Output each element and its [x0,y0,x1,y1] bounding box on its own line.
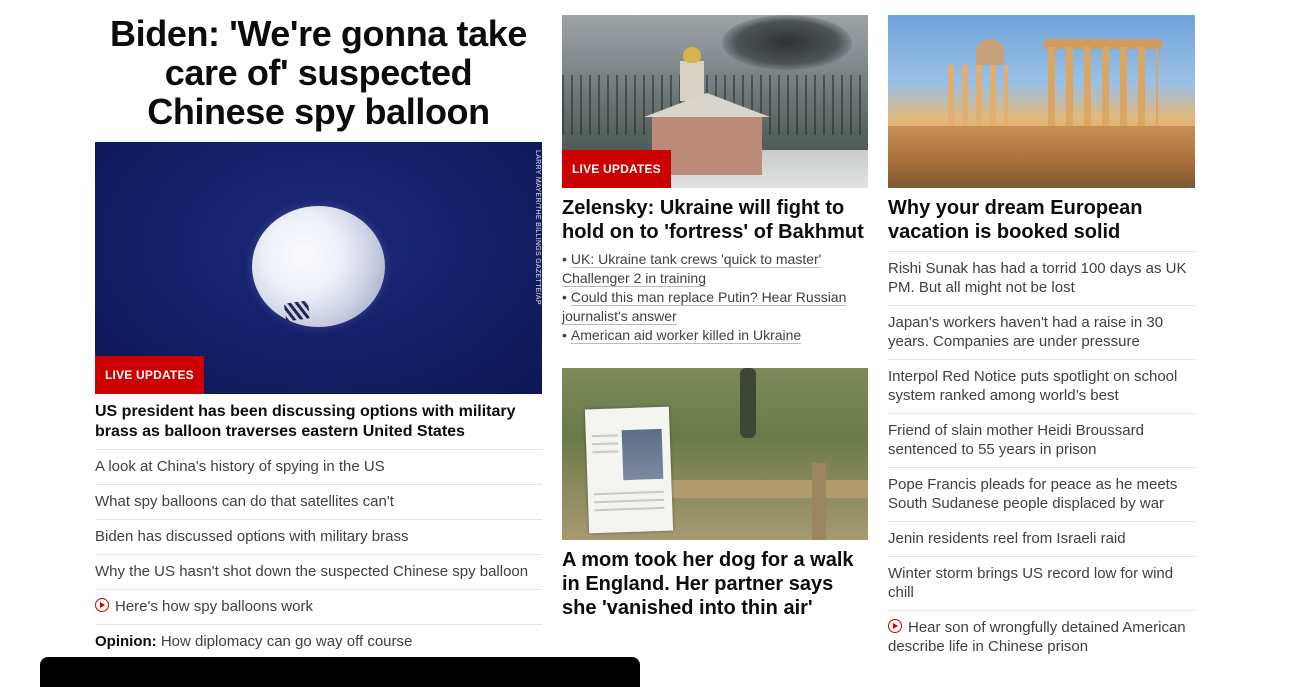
bottom-overlay-bar [40,657,640,687]
poster-text-line [592,450,619,454]
live-updates-badge[interactable]: LIVE UPDATES [95,356,204,394]
balloon-shape [252,206,385,327]
bullet-item: • Could this man replace Putin? Hear Russ… [562,288,868,326]
right-column: Why your dream European vacation is book… [888,15,1195,664]
bullet-link[interactable]: UK: Ukraine tank crews 'quick to master'… [562,251,822,287]
fence-rail [672,480,868,498]
image-credit: LARRY MAYER/THE BILLINGS GAZETTE/AP [534,150,541,305]
bullet-item: • UK: Ukraine tank crews 'quick to master… [562,250,868,288]
video-link[interactable]: Hear son of wrongfully detained American… [888,610,1195,664]
lead-story-headline[interactable]: US president has been discussing options… [95,402,542,442]
fence-post [812,463,826,540]
church-dome [976,39,1004,65]
related-link-text[interactable]: Biden has discussed options with militar… [95,528,408,545]
travel-story-title[interactable]: Why your dream European vacation is book… [888,196,1195,244]
right-links: Rishi Sunak has had a torrid 100 days as… [888,251,1195,664]
center-column: LIVE UPDATES Zelensky: Ukraine will figh… [562,15,868,626]
balloon-payload [283,300,311,322]
story-link-text[interactable]: Winter storm brings US record low for wi… [888,565,1173,601]
story-link[interactable]: Interpol Red Notice puts spotlight on sc… [888,359,1195,413]
story-link[interactable]: Rishi Sunak has had a torrid 100 days as… [888,251,1195,305]
related-link[interactable]: Biden has discussed options with militar… [95,519,542,554]
forum-ruins [888,126,1195,188]
related-link-text[interactable]: Here's how spy balloons work [115,598,313,615]
bullet-icon: • [562,327,567,343]
poster-text-line [593,490,664,496]
missing-poster-image[interactable] [562,368,868,540]
story-link[interactable]: Pope Francis pleads for peace as he meet… [888,467,1195,521]
related-video-link[interactable]: Here's how spy balloons work [95,589,542,624]
missing-story-title[interactable]: A mom took her dog for a walk in England… [562,548,868,620]
walker-figure [740,368,756,438]
related-link[interactable]: Why the US hasn't shot down the suspecte… [95,554,542,589]
bullet-icon: • [562,289,567,305]
play-icon [888,619,902,633]
story-link[interactable]: Friend of slain mother Heidi Broussard s… [888,413,1195,467]
related-link-text[interactable]: A look at China's history of spying in t… [95,458,385,475]
related-link[interactable]: What spy balloons can do that satellites… [95,484,542,519]
bullet-link[interactable]: Could this man replace Putin? Hear Russi… [562,289,847,325]
missing-poster [584,406,674,534]
poster-text-line [594,498,665,504]
poster-text-line [592,442,619,446]
story-link-text[interactable]: Pope Francis pleads for peace as he meet… [888,476,1177,512]
story-link[interactable]: Winter storm brings US record low for wi… [888,556,1195,610]
story-link-text[interactable]: Jenin residents reel from Israeli raid [888,530,1126,547]
opinion-tag: Opinion: [95,633,157,650]
story-link-text[interactable]: Japan's workers haven't had a raise in 3… [888,314,1163,350]
lead-story-title[interactable]: Biden: 'We're gonna take care of' suspec… [95,14,542,131]
poster-text-line [594,506,665,512]
story-link-text[interactable]: Friend of slain mother Heidi Broussard s… [888,422,1144,458]
smoke-plume [722,15,852,70]
rome-forum-image[interactable] [888,15,1195,188]
lead-story-column: Biden: 'We're gonna take care of' suspec… [95,14,542,659]
bullet-item: • American aid worker killed in Ukraine [562,326,868,345]
ukraine-story-title[interactable]: Zelensky: Ukraine will fight to hold on … [562,196,868,244]
story-link-text[interactable]: Rishi Sunak has had a torrid 100 days as… [888,260,1187,296]
story-link-text[interactable]: Hear son of wrongfully detained American… [888,619,1186,655]
related-link-text[interactable]: Why the US hasn't shot down the suspecte… [95,563,528,580]
related-link-text[interactable]: What spy balloons can do that satellites… [95,493,394,510]
lead-related-links: A look at China's history of spying in t… [95,449,542,659]
bullet-icon: • [562,251,567,267]
story-link[interactable]: Jenin residents reel from Israeli raid [888,521,1195,556]
play-icon [95,598,109,612]
live-updates-badge[interactable]: LIVE UPDATES [562,150,671,188]
story-link-text[interactable]: Interpol Red Notice puts spotlight on sc… [888,368,1177,404]
opinion-link[interactable]: Opinion: How diplomacy can go way off co… [95,624,542,659]
opinion-link-text[interactable]: How diplomacy can go way off course [161,633,413,650]
spy-balloon-image[interactable]: LARRY MAYER/THE BILLINGS GAZETTE/AP LIVE… [95,142,542,394]
related-link[interactable]: A look at China's history of spying in t… [95,449,542,484]
poster-photo [621,428,664,481]
story-link[interactable]: Japan's workers haven't had a raise in 3… [888,305,1195,359]
bullet-link[interactable]: American aid worker killed in Ukraine [570,327,802,344]
ukraine-bullets: • UK: Ukraine tank crews 'quick to master… [562,250,868,345]
bakhmut-image[interactable]: LIVE UPDATES [562,15,868,188]
poster-text-line [591,434,618,438]
